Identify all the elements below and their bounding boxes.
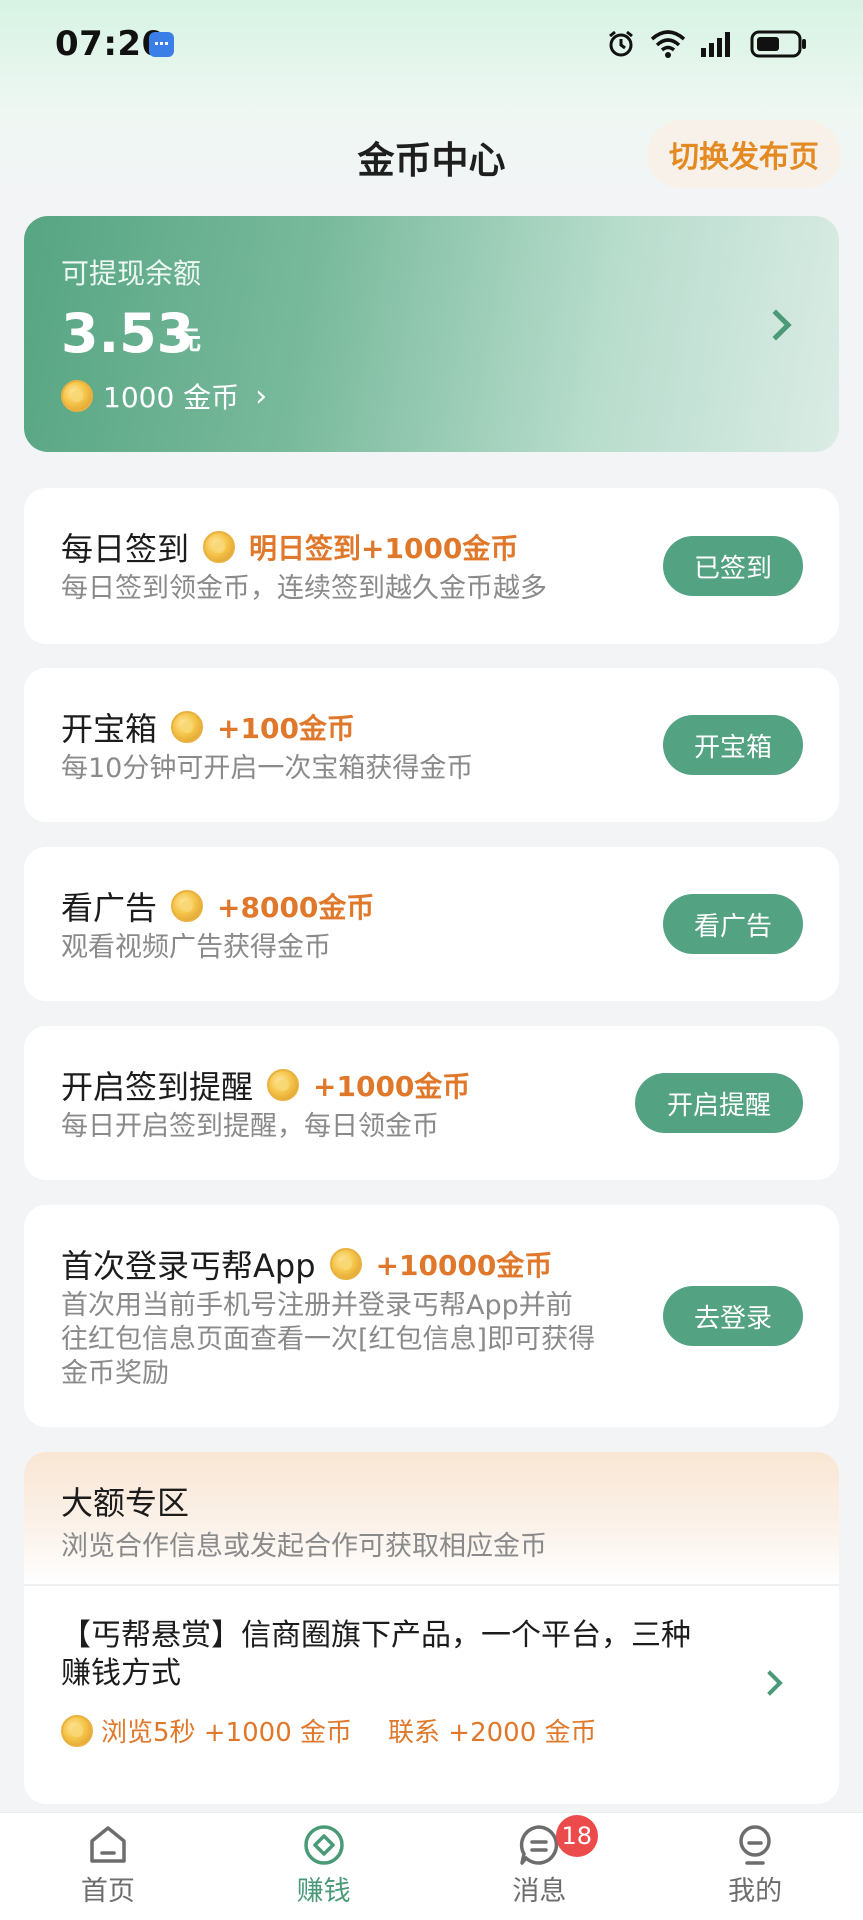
nav-item-earn[interactable]: 赚钱 (216, 1813, 432, 1920)
task-card-signin-reminder: 开启签到提醒 +1000金币 每日开启签到提醒，每日领金币 开启提醒 (24, 1026, 839, 1180)
task-reward: +8000金币 (217, 891, 375, 924)
open-treasure-box-button[interactable]: 开宝箱 (663, 715, 803, 775)
task-desc: 每10分钟可开启一次宝箱获得金币 (61, 753, 474, 784)
balance-unit: 元 (175, 326, 202, 356)
task-title: 看广告 (61, 889, 158, 927)
nav-label: 消息 (512, 1876, 567, 1907)
watch-ad-button[interactable]: 看广告 (663, 894, 803, 954)
task-reward: 明日签到+1000金币 (249, 532, 519, 565)
big-reward-zone: 大额专区 浏览合作信息或发起合作可获取相应金币 【丐帮悬赏】信商圈旗下产品，一个… (24, 1452, 839, 1804)
nav-item-messages[interactable]: 消息 18 (432, 1813, 648, 1920)
task-title: 开启签到提醒 (61, 1068, 254, 1106)
task-card-treasure-box: 开宝箱 +100金币 每10分钟可开启一次宝箱获得金币 开宝箱 (24, 668, 839, 822)
coin-icon (61, 380, 93, 412)
nav-item-profile[interactable]: 我的 (647, 1813, 863, 1920)
task-desc-line: 往红包信息页面查看一次[红包信息]即可获得 (61, 1324, 596, 1355)
bottom-nav: 首页 赚钱 消息 18 我的 (0, 1812, 863, 1920)
divider (24, 1584, 839, 1586)
task-desc-line: 金币奖励 (61, 1358, 169, 1389)
task-desc: 每日开启签到提醒，每日领金币 (61, 1111, 439, 1142)
browse-reward: 浏览5秒 +1000 金币 (101, 1718, 353, 1748)
nav-label: 我的 (728, 1876, 783, 1907)
task-desc-line: 首次用当前手机号注册并登录丐帮App并前 (61, 1290, 573, 1321)
big-zone-item-title-line: 【丐帮悬赏】信商圈旗下产品，一个平台，三种 (61, 1618, 691, 1653)
big-zone-item-title-line: 赚钱方式 (61, 1656, 181, 1691)
switch-publish-page-button[interactable]: 切换发布页 (647, 120, 841, 188)
status-icons (606, 26, 808, 62)
task-card-watch-ad: 看广告 +8000金币 观看视频广告获得金币 看广告 (24, 847, 839, 1001)
task-reward: +1000金币 (313, 1070, 471, 1103)
task-title: 开宝箱 (61, 710, 158, 748)
balance-label: 可提现余额 (61, 257, 202, 290)
task-reward: +10000金币 (375, 1249, 553, 1282)
contact-reward: 联系 +2000 金币 (388, 1718, 597, 1748)
header: 金币中心 切换发布页 (0, 110, 863, 200)
coin-balance-text: 1000 金币 (103, 381, 240, 414)
nav-label: 首页 (80, 1876, 135, 1907)
chevron-right-icon (757, 1670, 783, 1696)
unread-badge: 18 (555, 1815, 599, 1857)
big-zone-subtitle: 浏览合作信息或发起合作可获取相应金币 (61, 1531, 547, 1562)
task-desc: 观看视频广告获得金币 (61, 932, 331, 963)
big-zone-item-rewards: 浏览5秒 +1000 金币 联系 +2000 金币 (61, 1712, 597, 1749)
wifi-icon (650, 30, 686, 58)
enable-reminder-button[interactable]: 开启提醒 (635, 1073, 803, 1133)
notification-message-icon (149, 32, 174, 57)
signed-in-button[interactable]: 已签到 (663, 536, 803, 596)
coin-balance-link[interactable]: 1000 金币 › (61, 376, 267, 416)
nav-item-home[interactable]: 首页 (0, 1813, 216, 1920)
message-icon (520, 1825, 559, 1865)
coin-icon (329, 1248, 362, 1280)
home-icon (90, 1826, 126, 1863)
coin-icon (267, 1069, 300, 1101)
battery-icon (750, 30, 806, 58)
coin-icon (203, 531, 236, 563)
chevron-right-icon: › (255, 378, 268, 414)
task-desc: 每日签到领金币，连续签到越久金币越多 (61, 573, 547, 604)
go-login-button[interactable]: 去登录 (663, 1286, 803, 1346)
big-zone-item-title: 【丐帮悬赏】信商圈旗下产品，一个平台，三种 赚钱方式 (61, 1617, 761, 1693)
profile-icon (739, 1825, 771, 1865)
coin-icon (61, 1714, 93, 1747)
coin-icon (171, 890, 204, 922)
nav-label: 赚钱 (296, 1876, 351, 1907)
balance-card[interactable]: 可提现余额 3.53 元 1000 金币 › (24, 216, 839, 452)
big-zone-title: 大额专区 (61, 1484, 190, 1522)
task-card-daily-signin: 每日签到 明日签到+1000金币 每日签到领金币，连续签到越久金币越多 已签到 (24, 488, 839, 644)
signal-icon (701, 32, 730, 57)
task-title: 每日签到 (61, 530, 190, 568)
coin-icon (171, 711, 204, 743)
chevron-right-icon[interactable] (760, 309, 792, 341)
alarm-icon (609, 30, 633, 57)
earn-icon (303, 1825, 344, 1865)
task-reward: +100金币 (217, 712, 355, 745)
task-card-first-login: 首次登录丐帮App +10000金币 首次用当前手机号注册并登录丐帮App并前 … (24, 1205, 839, 1427)
status-bar: 07:20 (0, 0, 863, 90)
task-title: 首次登录丐帮App (61, 1247, 316, 1285)
